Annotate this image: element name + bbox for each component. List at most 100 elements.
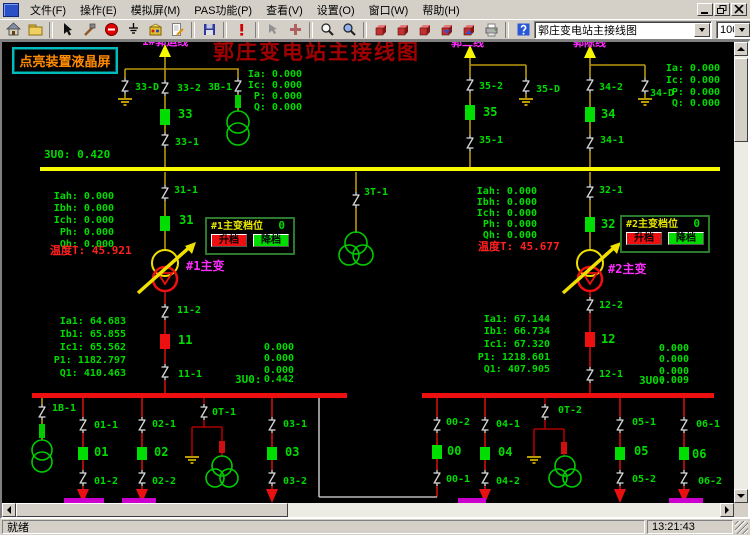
t1-tap-title: #1主变档位: [211, 221, 263, 232]
ground-icon[interactable]: [122, 20, 144, 39]
menu-bar: 文件(F)操作(E)模拟屏(M)PAS功能(P)查看(V)设置(O)窗口(W)帮…: [0, 0, 750, 19]
status-time: 13:21:43: [652, 521, 695, 533]
device-cube-2-icon[interactable]: [392, 20, 414, 39]
exclaim-icon[interactable]: [230, 20, 252, 39]
vertical-scrollbar[interactable]: [734, 42, 748, 503]
note-icon[interactable]: [166, 20, 188, 39]
resize-grip[interactable]: [735, 521, 748, 534]
zoom-select-dropdown-icon[interactable]: [734, 23, 750, 37]
breaker-12[interactable]: [585, 332, 595, 347]
scrollbar-corner: [734, 503, 748, 517]
t2-tap-raise-button[interactable]: 升档: [626, 232, 662, 245]
t1-tap-panel: #1主变档位 0 升档 降档: [205, 217, 295, 255]
t1-tap-value: 0: [278, 220, 289, 232]
breaker-00[interactable]: [432, 445, 442, 459]
bus-tie-link: [319, 398, 437, 497]
restore-button[interactable]: [714, 3, 730, 16]
app-icon: [3, 3, 19, 17]
diagram-graphics: [2, 42, 734, 503]
diagram-select[interactable]: 郭庄变电站主接线图: [534, 21, 712, 39]
menu-item-2[interactable]: 模拟屏(M): [124, 3, 188, 19]
menu-item-1[interactable]: 操作(E): [73, 3, 124, 19]
t1-tap-lower-button[interactable]: 降档: [253, 234, 289, 247]
light-lcd-button[interactable]: 点亮装置液晶屏: [12, 47, 118, 74]
transformer-3t: [345, 232, 367, 254]
breaker-01[interactable]: [78, 447, 88, 460]
scroll-up-icon[interactable]: [734, 42, 748, 56]
status-bar: 就绪 13:21:43: [0, 519, 750, 535]
breaker-06[interactable]: [679, 447, 689, 460]
breaker-34[interactable]: [585, 107, 595, 122]
t2-tap-value: 0: [693, 218, 704, 230]
scroll-down-icon[interactable]: [734, 489, 748, 503]
toolbar-separator: [309, 22, 313, 38]
menu-item-0[interactable]: 文件(F): [23, 3, 73, 19]
plus-icon[interactable]: [284, 20, 306, 39]
toolbar-separator: [505, 22, 509, 38]
horizontal-scrollbar[interactable]: [2, 503, 734, 517]
toolbar: 郭庄变电站主接线图 100%: [0, 19, 750, 40]
toolbar-separator: [255, 22, 259, 38]
client-area: 1#郭运线郭二线郭陈线郭庄变电站主接线图Ia: 0.000Ic: 0.000P:…: [0, 40, 750, 519]
app-window: 文件(F)操作(E)模拟屏(M)PAS功能(P)查看(V)设置(O)窗口(W)帮…: [0, 0, 750, 535]
bus-110kv: [40, 167, 720, 171]
menu-item-7[interactable]: 帮助(H): [415, 3, 466, 19]
stop-icon[interactable]: [100, 20, 122, 39]
device-cube-3-icon[interactable]: [414, 20, 436, 39]
back-arrow-icon[interactable]: [262, 20, 284, 39]
zoom-select-value: 100%: [717, 24, 734, 36]
breaker-11[interactable]: [160, 334, 170, 349]
scroll-left-icon[interactable]: [2, 503, 16, 517]
menu-item-5[interactable]: 设置(O): [310, 3, 362, 19]
t2-tap-lower-button[interactable]: 降档: [668, 232, 704, 245]
menu-item-4[interactable]: 查看(V): [259, 3, 310, 19]
minimize-button[interactable]: [697, 3, 713, 16]
breaker-33[interactable]: [160, 109, 170, 125]
help-icon[interactable]: [512, 20, 534, 39]
breaker-03[interactable]: [267, 447, 277, 460]
toolbar-separator: [363, 22, 367, 38]
breaker-04[interactable]: [480, 447, 490, 460]
toolbar-separator: [191, 22, 195, 38]
pt-bus-10kv: [32, 440, 52, 460]
breaker-31[interactable]: [160, 216, 170, 231]
device-cube-4-icon[interactable]: [436, 20, 458, 39]
t2-tap-panel: #2主变档位 0 升档 降档: [620, 215, 710, 253]
vertical-scrollbar-thumb[interactable]: [734, 58, 748, 142]
breaker-05[interactable]: [615, 447, 625, 460]
menu-items: 文件(F)操作(E)模拟屏(M)PAS功能(P)查看(V)设置(O)窗口(W)帮…: [23, 2, 467, 18]
scroll-right-icon[interactable]: [720, 503, 734, 517]
main-transformer-2: [563, 242, 621, 293]
diagram-select-value: 郭庄变电站主接线图: [535, 22, 694, 38]
breaker-02[interactable]: [137, 447, 147, 460]
menu-item-6[interactable]: 窗口(W): [362, 3, 416, 19]
t2-tap-title: #2主变档位: [626, 219, 678, 230]
toolbar-separator: [49, 22, 53, 38]
bus-10kv-right: [422, 393, 714, 398]
zoom-out-icon[interactable]: [316, 20, 338, 39]
tool-icon[interactable]: [78, 20, 100, 39]
device-cube-1-icon[interactable]: [370, 20, 392, 39]
device-cube-5-icon[interactable]: [458, 20, 480, 39]
diagram-select-dropdown-icon[interactable]: [694, 23, 710, 37]
breaker-32[interactable]: [585, 217, 595, 232]
pt-line-33: [227, 111, 249, 133]
package-icon[interactable]: [144, 20, 166, 39]
printer-icon[interactable]: [480, 20, 502, 39]
home-icon[interactable]: [2, 20, 24, 39]
menu-item-3[interactable]: PAS功能(P): [187, 3, 259, 19]
save-icon[interactable]: [198, 20, 220, 39]
close-button[interactable]: [731, 3, 747, 16]
cursor-icon[interactable]: [56, 20, 78, 39]
horizontal-scrollbar-thumb[interactable]: [16, 503, 288, 517]
open-folder-icon[interactable]: [24, 20, 46, 39]
breaker-35[interactable]: [465, 105, 475, 120]
main-transformer-1: [138, 242, 196, 293]
zoom-in-icon[interactable]: [338, 20, 360, 39]
t1-tap-raise-button[interactable]: 升档: [211, 234, 247, 247]
toolbar-separator: [223, 22, 227, 38]
bus-10kv-left: [32, 393, 347, 398]
zoom-select[interactable]: 100%: [716, 21, 750, 39]
status-ready-text: 就绪: [7, 519, 29, 535]
single-line-diagram-canvas[interactable]: 1#郭运线郭二线郭陈线郭庄变电站主接线图Ia: 0.000Ic: 0.000P:…: [2, 42, 734, 503]
